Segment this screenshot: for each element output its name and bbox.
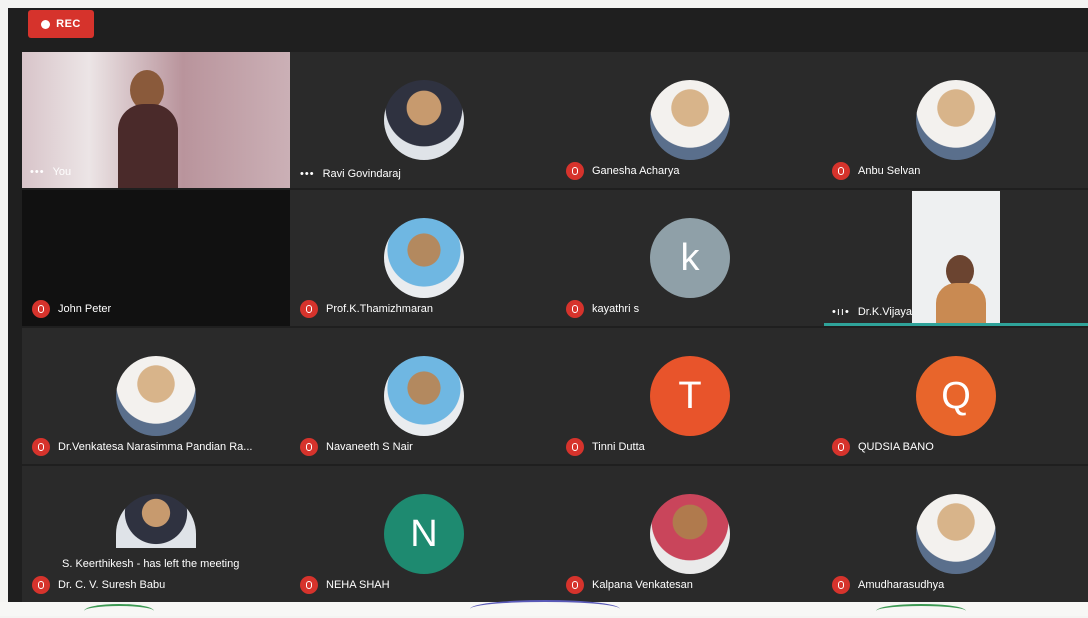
mic-muted-icon: [300, 438, 318, 456]
participant-tile[interactable]: k kayathri s: [556, 190, 824, 326]
participant-tile[interactable]: N NEHA SHAH: [290, 466, 558, 602]
more-options-icon[interactable]: •••: [300, 168, 315, 180]
seal-decoration-icon: [470, 600, 620, 618]
participant-tile[interactable]: Prof.K.Thamizhmaran: [290, 190, 558, 326]
participant-name: NEHA SHAH: [326, 579, 390, 591]
participant-name: Ravi Govindaraj: [322, 168, 401, 180]
participant-name: Prof.K.Thamizhmaran: [326, 303, 433, 315]
participant-avatar: [916, 80, 996, 160]
mic-muted-icon: [32, 300, 50, 318]
participant-name: Anbu Selvan: [858, 165, 921, 177]
participant-name: Ganesha Acharya: [592, 165, 680, 177]
participant-initial-avatar: Q: [916, 356, 996, 436]
participant-tile[interactable]: Navaneeth S Nair: [290, 328, 558, 464]
participant-tile[interactable]: Dr.Venkatesa Narasimma Pandian Ra...: [22, 328, 290, 464]
mic-muted-icon: [566, 300, 584, 318]
participant-tile[interactable]: Ganesha Acharya: [556, 52, 824, 188]
participant-initial-avatar: k: [650, 218, 730, 298]
participant-name: Dr. C. V. Suresh Babu: [58, 579, 166, 591]
participant-name: Dr.Venkatesa Narasimma Pandian Ra...: [58, 441, 253, 453]
participant-tile[interactable]: Kalpana Venkatesan: [556, 466, 824, 602]
participant-tile[interactable]: Dr. C. V. Suresh Babu: [22, 466, 290, 602]
participant-name: John Peter: [58, 303, 112, 315]
participant-name: Tinni Dutta: [592, 441, 645, 453]
mic-muted-icon: [300, 300, 318, 318]
mic-muted-icon: [566, 576, 584, 594]
mic-muted-icon: [832, 576, 850, 594]
participant-avatar: [384, 356, 464, 436]
participant-name: Amudharasudhya: [858, 579, 945, 591]
participant-avatar: [650, 494, 730, 574]
more-options-icon[interactable]: •••: [30, 166, 45, 178]
participant-name: kayathri s: [592, 303, 640, 315]
participant-tile[interactable]: T Tinni Dutta: [556, 328, 824, 464]
participant-tile[interactable]: Anbu Selvan: [822, 52, 1088, 188]
active-speaker-indicator: [824, 323, 1088, 326]
notification-toast: S. Keerthikesh - has left the meeting: [62, 558, 240, 570]
mic-muted-icon: [566, 162, 584, 180]
participant-tile[interactable]: Q QUDSIA BANO: [822, 328, 1088, 464]
mic-muted-icon: [832, 162, 850, 180]
participant-initial-avatar: N: [384, 494, 464, 574]
participant-initial-avatar: T: [650, 356, 730, 436]
participant-tile[interactable]: Amudharasudhya: [822, 466, 1088, 602]
participant-avatar: [384, 80, 464, 160]
recording-badge: REC: [28, 10, 94, 38]
recording-label: REC: [56, 18, 81, 30]
participant-avatar: [384, 218, 464, 298]
participant-name: Navaneeth S Nair: [326, 441, 413, 453]
participant-avatar: [916, 494, 996, 574]
participant-tile[interactable]: John Peter: [22, 190, 290, 326]
mic-muted-icon: [566, 438, 584, 456]
mic-muted-icon: [32, 438, 50, 456]
mic-muted-icon: [300, 576, 318, 594]
participant-avatar: [116, 494, 196, 548]
self-video-tile[interactable]: ••• You: [22, 52, 290, 188]
participant-name: QUDSIA BANO: [858, 441, 934, 453]
participant-video: [912, 191, 1000, 323]
speaking-indicator-icon: •ıı•: [832, 306, 850, 318]
participant-name: Kalpana Venkatesan: [592, 579, 693, 591]
self-name: You: [52, 166, 72, 178]
mic-muted-icon: [32, 576, 50, 594]
record-dot-icon: [41, 19, 51, 29]
participant-avatar: [650, 80, 730, 160]
mic-muted-icon: [832, 438, 850, 456]
participant-avatar: [116, 356, 196, 436]
participant-tile[interactable]: ••• Ravi Govindaraj: [290, 52, 558, 188]
